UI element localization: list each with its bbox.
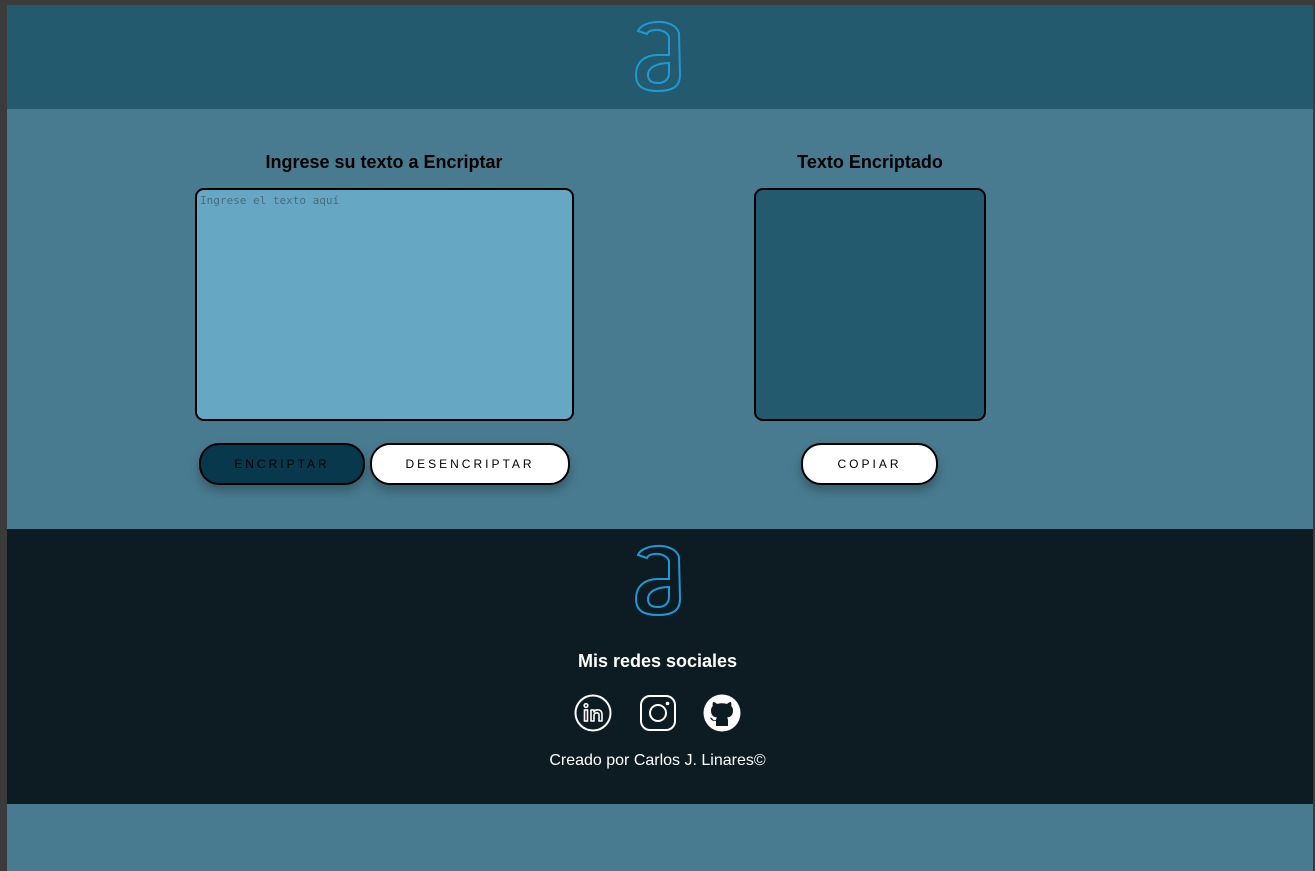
social-section-title: Mis redes sociales bbox=[577, 651, 738, 671]
instagram-icon[interactable] bbox=[638, 693, 678, 733]
encrypt-panel-title: Ingrese su texto a Encriptar bbox=[265, 152, 503, 172]
page-bottom-area bbox=[7, 804, 1313, 871]
letter-a-outline-logo-icon bbox=[634, 20, 682, 93]
encrypted-output-area bbox=[754, 188, 986, 421]
text-input-placeholder: Ingrese el texto aquí bbox=[200, 194, 340, 207]
text-input-area[interactable]: Ingrese el texto aquí bbox=[195, 188, 574, 421]
github-icon[interactable] bbox=[702, 693, 742, 733]
site-footer: Mis redes sociales Creado por Carlos J. … bbox=[7, 529, 1313, 804]
site-header bbox=[7, 5, 1313, 109]
output-panel-title: Texto Encriptado bbox=[797, 152, 943, 172]
encrypt-button[interactable]: ENCRIPTAR bbox=[199, 443, 365, 485]
page-viewport: Ingrese su texto a Encriptar Texto Encri… bbox=[7, 5, 1313, 871]
decrypt-button[interactable]: DESENCRIPTAR bbox=[370, 443, 570, 485]
copy-button[interactable]: COPIAR bbox=[801, 443, 938, 485]
main-section: Ingrese su texto a Encriptar Texto Encri… bbox=[7, 109, 1313, 529]
linkedin-icon[interactable] bbox=[573, 693, 613, 733]
author-credit: Creado por Carlos J. Linares© bbox=[549, 752, 766, 769]
letter-a-outline-logo-icon bbox=[634, 544, 682, 617]
